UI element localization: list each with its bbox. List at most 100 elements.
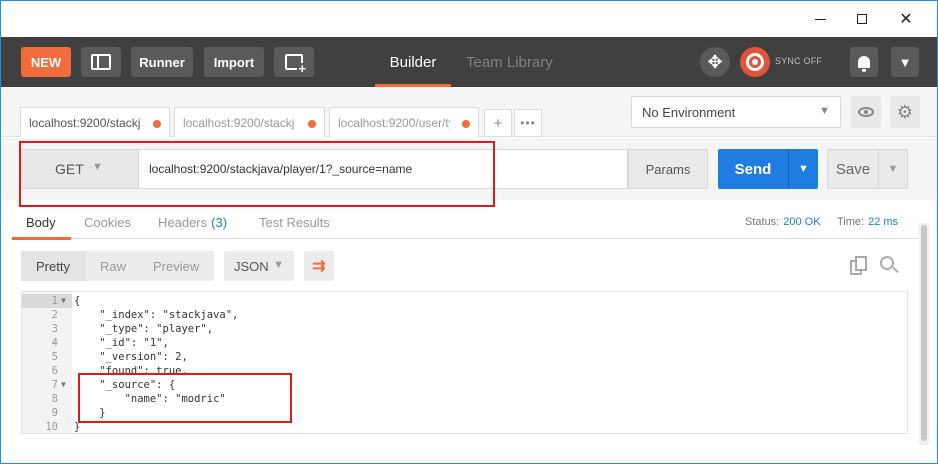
unsaved-dot-icon bbox=[462, 120, 470, 128]
maximize-icon bbox=[857, 14, 867, 24]
environment-value: No Environment bbox=[642, 104, 736, 120]
environment-select[interactable]: No Environment ▼ bbox=[631, 96, 841, 128]
sync-button[interactable] bbox=[740, 47, 770, 77]
code-line: 8 "name": "modric" bbox=[22, 392, 907, 406]
request-url-bar: GET ▼ localhost:9200/stackjava/player/1?… bbox=[1, 138, 937, 200]
environment-quick-look-button[interactable] bbox=[851, 96, 881, 128]
preview-button[interactable]: Preview bbox=[153, 251, 199, 281]
tab-cookies[interactable]: Cookies bbox=[84, 205, 131, 239]
notifications-button[interactable] bbox=[850, 47, 878, 77]
line-number: 7 bbox=[51, 379, 58, 391]
chevron-down-icon: ▼ bbox=[798, 163, 809, 175]
line-number: 10 bbox=[45, 421, 58, 433]
code-text: "name": "modric" bbox=[74, 393, 226, 405]
scrollbar-thumb[interactable] bbox=[921, 225, 927, 441]
toggle-sidebar-button[interactable] bbox=[81, 47, 121, 77]
tab-headers[interactable]: Headers (3) bbox=[158, 205, 227, 239]
line-number: 5 bbox=[51, 351, 58, 363]
url-input[interactable]: localhost:9200/stackjava/player/1?_sourc… bbox=[138, 149, 628, 189]
save-button[interactable]: Save bbox=[827, 149, 879, 189]
params-button[interactable]: Params bbox=[628, 149, 708, 189]
tab-body[interactable]: Body bbox=[12, 205, 71, 240]
response-status: Status: 200 OK bbox=[745, 205, 821, 239]
format-toggle-group: Pretty Raw Preview bbox=[21, 251, 214, 281]
minimize-icon bbox=[814, 18, 826, 20]
sync-icon bbox=[746, 53, 764, 71]
response-body-viewer[interactable]: 1 ▼{2 "_index": "stackjava", 3 "_type": "p… bbox=[21, 291, 908, 434]
eye-icon bbox=[858, 107, 874, 117]
tab-team-library[interactable]: Team Library bbox=[466, 37, 553, 87]
sync-status-label: SYNC OFF bbox=[775, 56, 823, 66]
send-button[interactable]: Send bbox=[718, 149, 788, 189]
fold-toggle-icon[interactable]: ▼ bbox=[61, 294, 66, 308]
code-line: 6 "found": true, bbox=[22, 364, 907, 378]
code-text: "_source": { bbox=[74, 379, 176, 391]
request-tab[interactable]: localhost:9200/user/ty bbox=[329, 107, 479, 137]
code-line: 7 ▼ "_source": { bbox=[22, 378, 907, 392]
tab-builder[interactable]: Builder bbox=[375, 37, 451, 87]
chevron-down-icon: ▼ bbox=[92, 161, 103, 173]
tab-headers-label: Headers bbox=[158, 214, 208, 230]
code-text: "_id": "1", bbox=[74, 337, 169, 349]
line-number: 1 bbox=[51, 295, 58, 307]
line-number: 3 bbox=[51, 323, 58, 335]
fold-toggle-icon[interactable]: ▼ bbox=[61, 378, 66, 392]
chevron-down-icon: ▼ bbox=[819, 105, 830, 117]
unsaved-dot-icon bbox=[308, 120, 316, 128]
language-select[interactable]: JSON ▼ bbox=[224, 251, 294, 281]
code-text: "_version": 2, bbox=[74, 351, 188, 363]
satellite-icon: ✥ bbox=[707, 51, 723, 72]
new-button[interactable]: NEW bbox=[21, 47, 71, 77]
code-text: { bbox=[74, 295, 81, 307]
chevron-down-icon: ▼ bbox=[898, 54, 912, 70]
new-window-button[interactable]: + bbox=[274, 47, 314, 77]
status-label: Status: bbox=[745, 216, 780, 228]
request-tab-label: localhost:9200/user/ty bbox=[338, 115, 450, 130]
response-time: Time: 22 ms bbox=[837, 205, 898, 239]
code-text: } bbox=[74, 421, 81, 433]
close-button[interactable]: ✕ bbox=[883, 1, 929, 37]
minimize-button[interactable] bbox=[797, 1, 843, 37]
request-tab-label: localhost:9200/stackja bbox=[183, 115, 295, 130]
time-label: Time: bbox=[837, 216, 865, 228]
import-button[interactable]: Import bbox=[204, 47, 264, 77]
code-line: 3 "_type": "player", bbox=[22, 322, 907, 336]
method-select[interactable]: GET ▼ bbox=[21, 149, 138, 189]
vertical-scrollbar[interactable] bbox=[919, 223, 929, 445]
send-options-button[interactable]: ▼ bbox=[788, 149, 818, 189]
code-text: "_type": "player", bbox=[74, 323, 214, 335]
request-tab[interactable]: localhost:9200/stackja bbox=[20, 107, 170, 137]
language-value: JSON bbox=[234, 258, 269, 274]
request-tab-label: localhost:9200/stackja bbox=[29, 115, 141, 130]
copy-icon[interactable] bbox=[850, 256, 868, 276]
wrap-lines-button[interactable]: ⇉ bbox=[304, 251, 334, 281]
manage-environments-button[interactable]: ⚙ bbox=[890, 96, 920, 128]
app-window: ✕ NEW Runner Import + Builder Team Libra… bbox=[0, 0, 938, 464]
runner-button[interactable]: Runner bbox=[131, 47, 193, 77]
line-number: 8 bbox=[51, 393, 58, 405]
maximize-button[interactable] bbox=[839, 1, 885, 37]
code-line: 4 "_id": "1", bbox=[22, 336, 907, 350]
search-icon[interactable] bbox=[880, 256, 900, 276]
settings-menu-button[interactable]: ▼ bbox=[891, 47, 919, 77]
main-toolbar: NEW Runner Import + Builder Team Library… bbox=[1, 37, 937, 87]
interceptor-button[interactable]: ✥ bbox=[700, 47, 730, 77]
request-tab[interactable]: localhost:9200/stackja bbox=[174, 107, 325, 137]
pretty-button[interactable]: Pretty bbox=[21, 251, 85, 281]
code-text: } bbox=[74, 407, 106, 419]
tab-test-results[interactable]: Test Results bbox=[259, 205, 330, 239]
add-tab-button[interactable]: + bbox=[484, 109, 512, 137]
code-line: 5 "_version": 2, bbox=[22, 350, 907, 364]
line-number: 2 bbox=[51, 309, 58, 321]
save-options-button[interactable]: ▼ bbox=[878, 149, 908, 189]
more-tabs-button[interactable]: ••• bbox=[514, 109, 542, 137]
bell-icon bbox=[858, 56, 870, 72]
time-value: 22 ms bbox=[868, 216, 899, 228]
gear-icon: ⚙ bbox=[896, 101, 914, 122]
close-icon: ✕ bbox=[899, 9, 913, 28]
line-number: 4 bbox=[51, 337, 58, 349]
code-line: 1 ▼ { bbox=[22, 294, 907, 308]
sidebar-layout-icon bbox=[91, 54, 111, 70]
raw-button[interactable]: Raw bbox=[100, 251, 126, 281]
method-value: GET bbox=[55, 161, 84, 177]
